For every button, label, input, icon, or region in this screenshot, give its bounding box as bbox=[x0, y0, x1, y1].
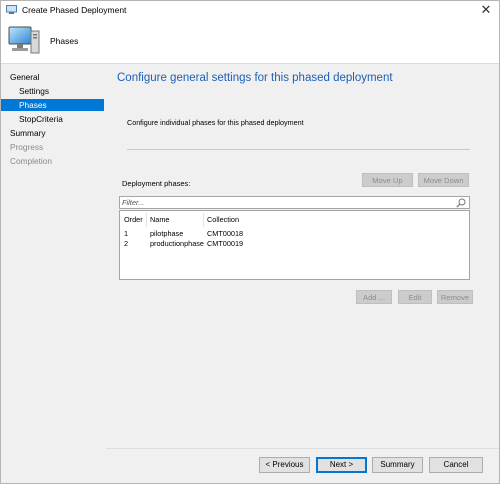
previous-button[interactable]: < Previous bbox=[259, 457, 310, 473]
computer-wizard-icon bbox=[6, 5, 17, 14]
nav-item-completion: Completion bbox=[10, 156, 52, 166]
next-button[interactable]: Next > bbox=[316, 457, 367, 473]
header-page-name: Phases bbox=[50, 36, 79, 46]
phases-list[interactable]: Order Name Collection 1 pilotphase CMT00… bbox=[119, 210, 470, 280]
filter-placeholder: Filter... bbox=[122, 198, 145, 207]
summary-button[interactable]: Summary bbox=[372, 457, 423, 473]
nav-item-progress: Progress bbox=[10, 142, 44, 152]
filter-input[interactable]: Filter... bbox=[119, 196, 470, 209]
divider bbox=[127, 149, 470, 150]
nav-item-general[interactable]: General bbox=[1, 71, 104, 83]
column-header-order[interactable]: Order bbox=[124, 215, 143, 224]
move-down-button[interactable]: Move Down bbox=[418, 173, 469, 187]
row-1-collection[interactable]: CMT00018 bbox=[207, 229, 243, 238]
title-bar: Create Phased Deployment ✕ bbox=[1, 1, 499, 19]
row-1-name[interactable]: pilotphase bbox=[150, 229, 183, 238]
page-description: Configure individual phases for this pha… bbox=[127, 118, 304, 127]
search-icon[interactable] bbox=[456, 198, 466, 208]
computer-monitor-icon bbox=[8, 26, 40, 54]
edit-button[interactable]: Edit bbox=[398, 290, 432, 304]
column-header-collection[interactable]: Collection bbox=[207, 215, 239, 224]
wizard-header: Phases bbox=[1, 19, 499, 64]
deployment-phases-label: Deployment phases: bbox=[122, 179, 191, 188]
wizard-window: Create Phased Deployment ✕ Phases Genera… bbox=[0, 0, 500, 484]
add-button[interactable]: Add ... bbox=[356, 290, 392, 304]
nav-item-stopcriteria[interactable]: StopCriteria bbox=[1, 113, 104, 125]
window-title: Create Phased Deployment bbox=[22, 5, 127, 15]
nav-item-phases[interactable]: Phases bbox=[1, 99, 104, 111]
column-separator bbox=[146, 213, 147, 227]
wizard-nav: General Settings Phases StopCriteria Sum… bbox=[1, 64, 104, 482]
row-1-order[interactable]: 1 bbox=[124, 229, 128, 238]
page-heading: Configure general settings for this phas… bbox=[117, 72, 393, 84]
move-up-button[interactable]: Move Up bbox=[362, 173, 413, 187]
remove-button[interactable]: Remove bbox=[437, 290, 473, 304]
nav-item-settings[interactable]: Settings bbox=[1, 85, 104, 97]
nav-item-summary[interactable]: Summary bbox=[1, 127, 104, 139]
column-separator bbox=[203, 213, 204, 227]
row-2-collection[interactable]: CMT00019 bbox=[207, 239, 243, 248]
column-header-name[interactable]: Name bbox=[150, 215, 169, 224]
row-2-order[interactable]: 2 bbox=[124, 239, 128, 248]
row-2-name[interactable]: productionphase bbox=[150, 239, 204, 248]
footer-divider bbox=[106, 448, 499, 449]
cancel-button[interactable]: Cancel bbox=[429, 457, 483, 473]
close-icon[interactable]: ✕ bbox=[479, 2, 493, 18]
